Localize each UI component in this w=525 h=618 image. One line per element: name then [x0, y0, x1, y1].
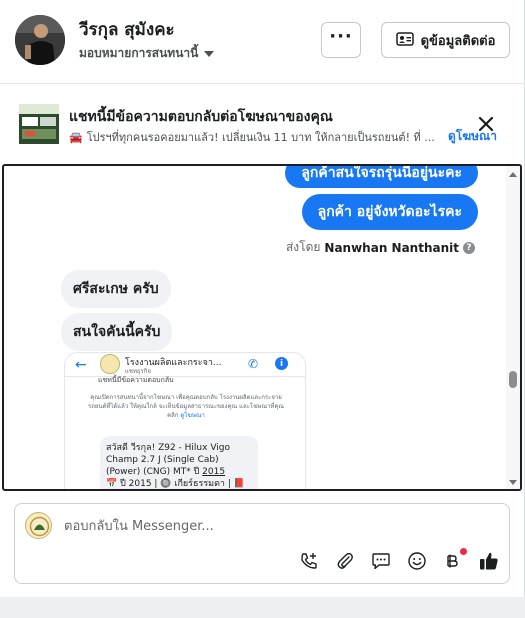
sent-by-prefix: ส่งโดย — [285, 240, 321, 254]
ad-banner-title: แชทนี้มีข้อความตอบกลับต่อโฆษณาของคุณ — [69, 109, 333, 125]
caret-down-icon — [204, 50, 215, 57]
incoming-message: สนใจคันนี้ครับ — [61, 313, 173, 351]
more-icon: ··· — [329, 26, 353, 47]
conversation-header: วีรกุล สุมังคะ มอบหมายการสนทนานี้ ··· ดู… — [0, 0, 525, 84]
sent-by-name: Nanwhan Nanthanit — [324, 240, 459, 255]
reply-input[interactable] — [64, 516, 464, 536]
view-ad-link[interactable]: ดูโฆษณา — [448, 127, 497, 146]
screenshot-chat-header: ← โรงงานผลิตและกระจา... แชทธุรกิจ ✆ i — [65, 353, 305, 377]
sent-by-label: ส่งโดย Nanwhan Nanthanit ? — [286, 238, 475, 257]
scroll-down-arrow-icon[interactable] — [509, 480, 517, 485]
outgoing-message: ลูกค้า อยู่จังหวัดอะไรคะ — [301, 194, 478, 230]
ad-reply-banner: แชทนี้มีข้อความตอบกลับต่อโฆษณาของคุณ 🚘 โ… — [0, 84, 525, 162]
car-icon: 🚘 — [69, 130, 83, 144]
card-line: (Power) (CNG) MT* ปี 2015 — [106, 467, 226, 477]
phone-icon: ✆ — [248, 357, 259, 371]
thread-scrollbar[interactable] — [506, 166, 520, 489]
attach-icon[interactable] — [333, 549, 357, 573]
ad-thumbnail[interactable] — [19, 104, 59, 144]
like-icon[interactable] — [477, 549, 501, 573]
message-text: ลูกค้า อยู่จังหวัดอะไรคะ — [317, 204, 462, 220]
message-thread[interactable]: ลูกค้าสนใจรถรุ่นนี้อยู่นะคะ ลูกค้า อยู่จ… — [2, 164, 522, 491]
composer-toolbar — [297, 548, 501, 573]
conversation-panel: วีรกุล สุมังคะ มอบหมายการสนทนานี้ ··· ดู… — [0, 0, 525, 597]
contact-avatar[interactable] — [15, 15, 65, 65]
message-composer — [14, 503, 510, 584]
more-options-button[interactable]: ··· — [321, 22, 361, 58]
contact-name: วีรกุล สุมังคะ — [79, 20, 175, 40]
saved-replies-icon[interactable] — [369, 549, 393, 573]
back-arrow-icon: ← — [75, 357, 87, 373]
call-icon[interactable] — [297, 549, 321, 573]
page-avatar — [25, 512, 52, 539]
assign-conversation-dropdown[interactable]: มอบหมายการสนทนานี้ — [79, 44, 215, 63]
view-contact-button[interactable]: ดูข้อมูลติดต่อ — [381, 22, 510, 58]
assign-conversation-label: มอบหมายการสนทนานี้ — [79, 46, 199, 60]
view-contact-label: ดูข้อมูลติดต่อ — [420, 33, 496, 49]
ad-preview-text: 🚘 โปรฯที่ทุกคนรอคอยมาแล้ว! เปลี่ยนเงิน 1… — [69, 128, 439, 146]
card-line: สวัสดี วีรกุล! Z92 - Hilux Vigo — [106, 443, 230, 453]
contact-card-icon — [395, 31, 414, 50]
card-line: Champ 2.7 J (Single Cab) — [106, 455, 219, 465]
message-text: สนใจคันนี้ครับ — [73, 324, 161, 340]
page-footer-background — [0, 597, 525, 618]
outgoing-message: ลูกค้าสนใจรถรุ่นนี้อยู่นะคะ — [285, 165, 478, 188]
notification-dot — [460, 548, 467, 555]
emoji-icon[interactable] — [405, 549, 429, 573]
screenshot-body: คุณเปิดการสนทนานี้จากโฆษณา เพื่อคุณตอบกล… — [83, 393, 289, 420]
card-line: 📅 ปี 2015 | 🔘 เกียร์ธรรมดา | 📕 — [106, 479, 245, 489]
screenshot-message-card: สวัสดี วีรกุล! Z92 - Hilux Vigo Champ 2.… — [100, 436, 258, 489]
scrollbar-thumb[interactable] — [509, 371, 517, 388]
message-text: ศรีสะเกษ ครับ — [73, 281, 159, 297]
scroll-up-arrow-icon[interactable] — [509, 172, 517, 177]
incoming-message: ศรีสะเกษ ครับ — [61, 270, 171, 308]
message-text: ลูกค้าสนใจรถรุ่นนี้อยู่นะคะ — [301, 165, 462, 181]
info-icon: i — [275, 357, 288, 370]
screenshot-view-ad-link: ดูโฆษณา — [180, 412, 205, 419]
help-icon[interactable]: ? — [463, 241, 475, 254]
baht-icon[interactable] — [441, 548, 467, 573]
ad-preview-body: โปรฯที่ทุกคนรอคอยมาแล้ว! เปลี่ยนเงิน 11 … — [86, 131, 435, 144]
screenshot-clipped-text: แชทนี้มีข้อความตอบกลับ — [98, 376, 174, 384]
page-logo — [100, 354, 120, 374]
shared-screenshot-image[interactable]: ← โรงงานผลิตและกระจา... แชทธุรกิจ ✆ i แช… — [65, 353, 305, 489]
